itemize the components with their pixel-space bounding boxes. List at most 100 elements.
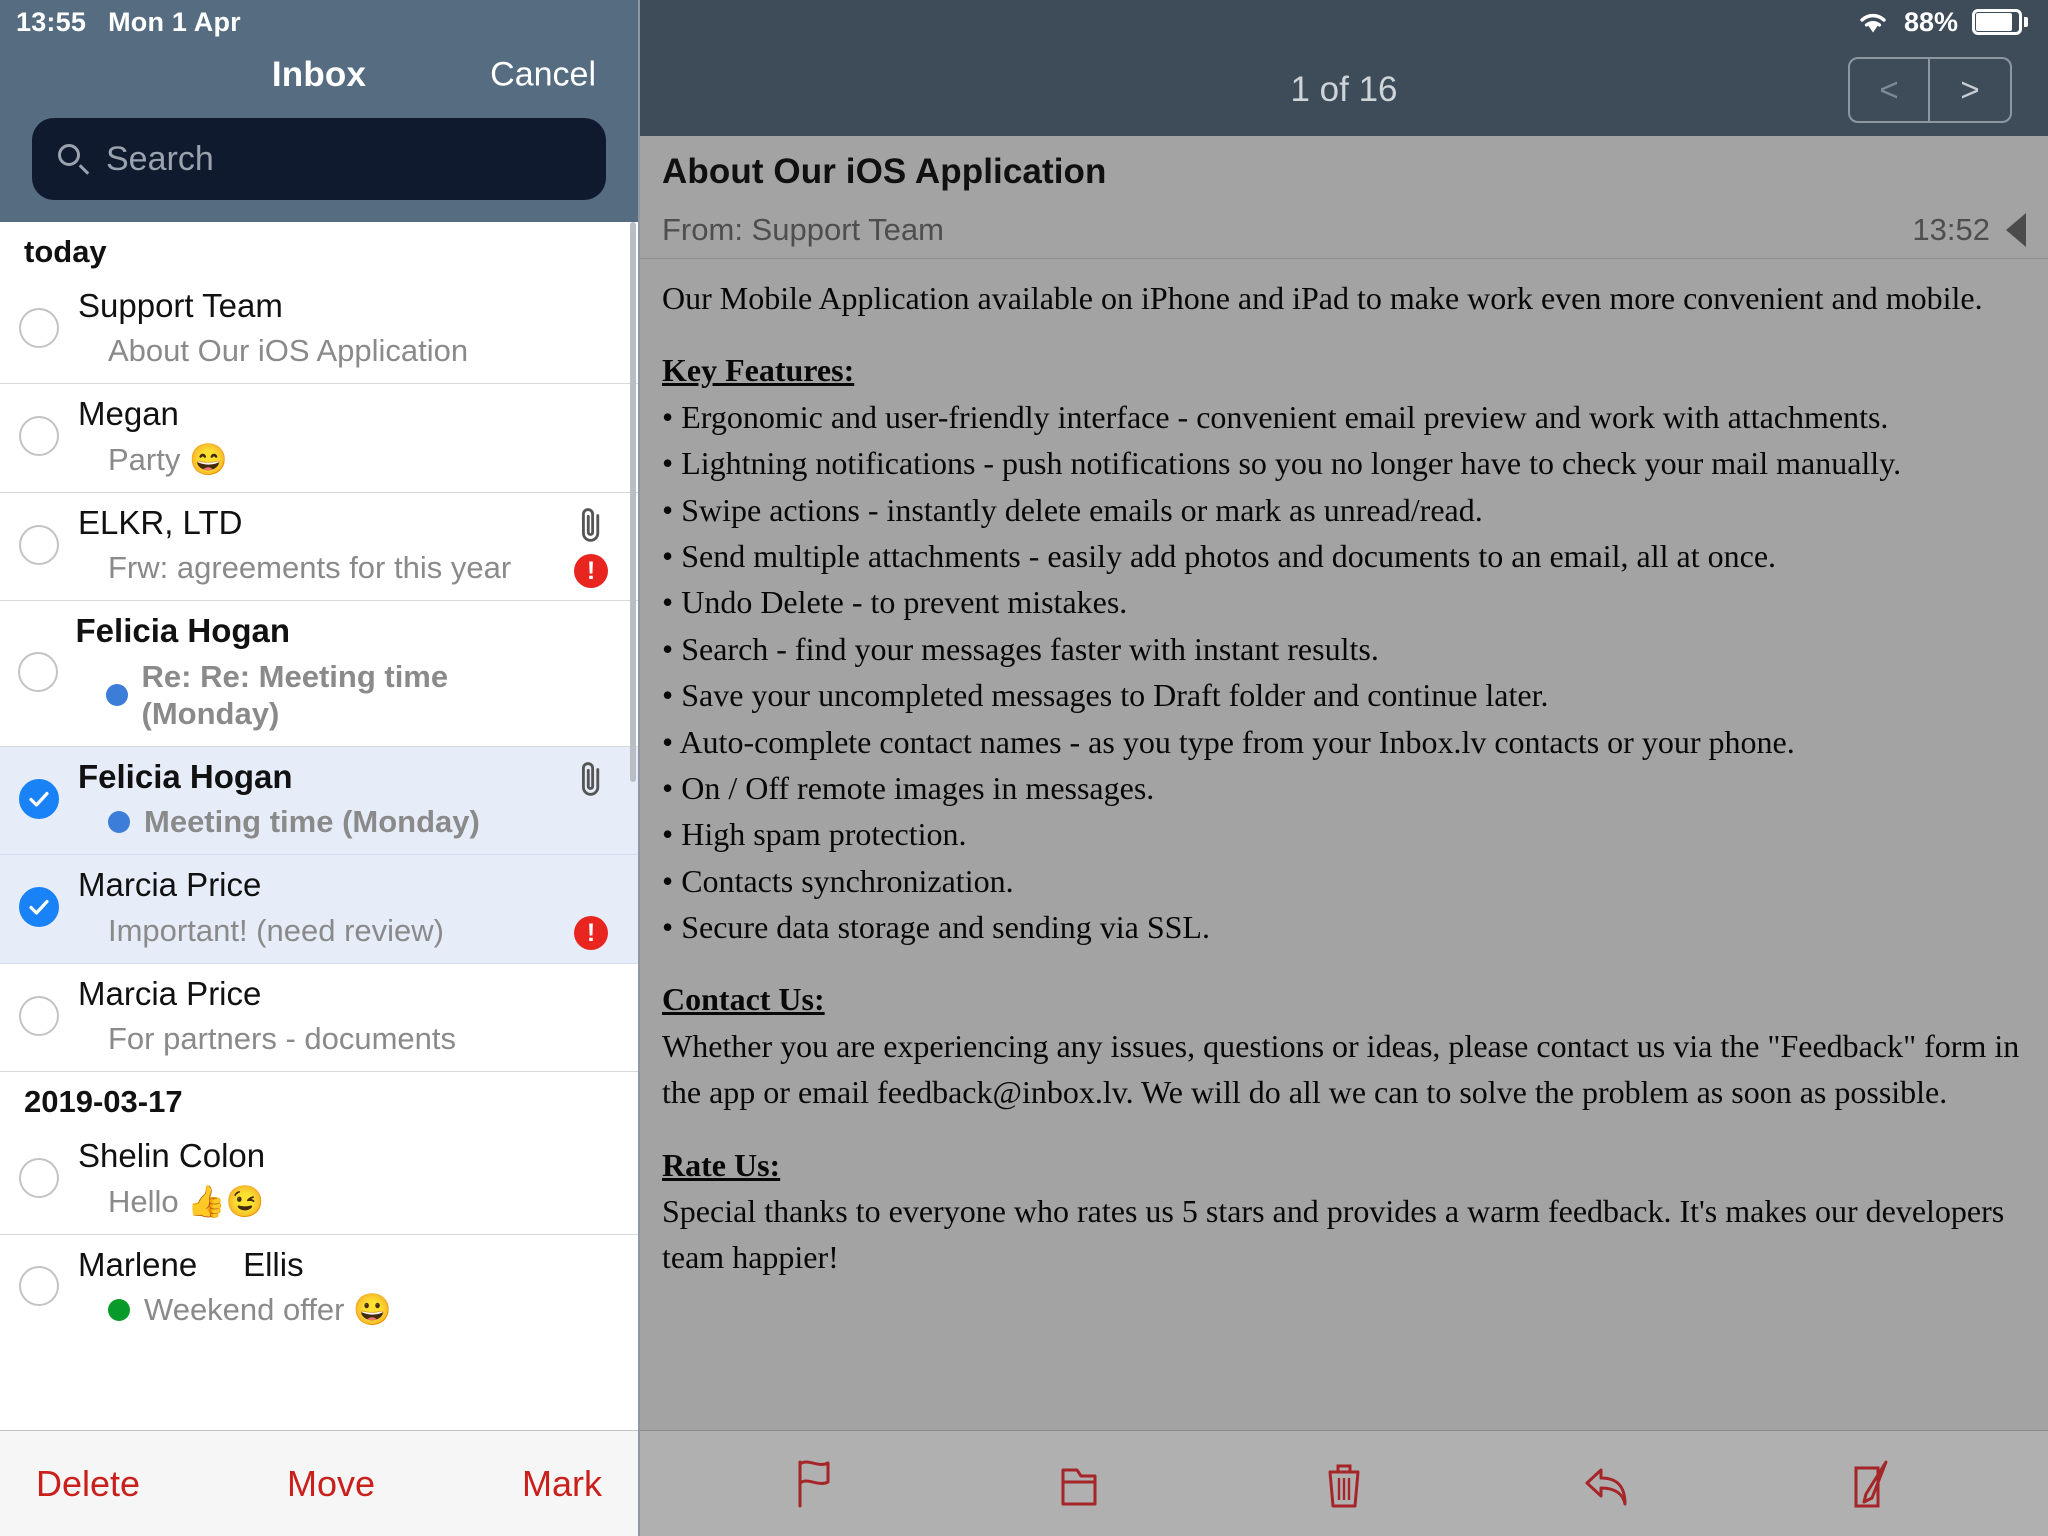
select-checkbox-cell[interactable] [0,1157,78,1198]
checkbox-empty-icon[interactable] [19,307,59,348]
next-message-button[interactable]: > [1930,59,2010,121]
select-checkbox-cell[interactable] [0,416,78,457]
contact-heading: Contact Us: [662,981,825,1018]
flag-icon[interactable] [790,1456,846,1512]
key-features-heading: Key Features: [662,352,855,389]
mail-item-subject: About Our iOS Application [108,333,469,369]
status-date: Mon 1 Apr [108,6,241,37]
mail-item-body: Support Team About Our iOS Application [78,286,638,369]
message-meta: From: Support Team 13:52 [662,212,2026,248]
search-icon [58,144,90,175]
mail-item-icons [568,747,614,854]
previous-message-button[interactable]: < [1850,59,1930,121]
mail-list-pane: 13:55 Mon 1 Apr Inbox Cancel Search toda… [0,0,640,1536]
mail-item-subject-line: Frw: agreements for this year [78,549,578,586]
feature-bullet: • Secure data storage and sending via SS… [662,909,1210,946]
mail-list-item[interactable]: Megan Party 😄 [0,384,638,493]
page-title: Inbox [271,55,367,94]
feature-bullet: • On / Off remote images in messages. [662,769,1155,806]
mail-item-subject: Weekend offer 😀 [144,1291,392,1327]
folder-icon[interactable] [1053,1456,1109,1512]
attachment-icon [581,507,600,542]
important-icon: ! [574,916,608,951]
mail-item-body: ELKR, LTD Frw: agreements for this year [78,503,638,586]
battery-percent: 88% [1903,6,1958,37]
sidebar-header: 13:55 Mon 1 Apr Inbox Cancel Search [0,0,638,222]
mail-item-subject: Important! (need review) [108,912,444,948]
important-icon: ! [574,553,608,588]
mail-item-subject-line: Important! (need review) [78,912,578,949]
mail-list-item[interactable]: Felicia Hogan Re: Re: Meeting time (Monda… [0,601,638,747]
select-checkbox-cell[interactable] [0,651,76,692]
mail-item-body: Marcia Price For partners - documents [78,974,638,1057]
feature-bullet: • Send multiple attachments - easily add… [662,537,1777,574]
compose-icon[interactable] [1842,1456,1898,1512]
mail-item-subject-line: About Our iOS Application [78,332,578,369]
checkbox-empty-icon[interactable] [17,651,58,692]
move-button[interactable]: Move [287,1463,375,1505]
status-bar-left: 13:55 Mon 1 Apr [0,0,638,44]
rate-text: Special thanks to everyone who rates us … [662,1193,2005,1276]
mail-list-item[interactable]: ELKR, LTD Frw: agreements for this year! [0,492,638,602]
unread-dot-icon [108,1298,130,1321]
mail-list[interactable]: today Support Team About Our iOS Applicati… [0,222,638,1430]
message-subject: About Our iOS Application [662,152,1107,191]
checkbox-empty-icon[interactable] [19,524,59,565]
cancel-button[interactable]: Cancel [490,56,596,95]
feature-bullet: • Lightning notifications - push notific… [662,445,1902,482]
mail-item-sender: Support Team [78,287,283,324]
message-action-toolbar [640,1430,2048,1536]
mail-list-item[interactable]: Felicia Hogan Meeting time (Monday) [0,746,638,856]
reply-icon[interactable] [1579,1456,1635,1512]
mail-item-body: Felicia Hogan Meeting time (Monday) [78,757,638,840]
list-scrollbar[interactable] [630,222,636,782]
mark-button[interactable]: Mark [522,1463,602,1505]
mail-list-item[interactable]: Shelin Colon Hello 👍😉 [0,1126,638,1235]
select-checkbox-cell[interactable] [0,1266,78,1307]
checkbox-empty-icon[interactable] [19,1157,59,1198]
trash-icon[interactable] [1316,1456,1372,1512]
list-action-toolbar: Delete Move Mark [0,1430,638,1536]
feature-bullet: • High spam protection. [662,816,967,853]
mail-item-subject-line: Hello 👍😉 [78,1183,578,1220]
mail-list-item[interactable]: Marlene Ellis Weekend offer 😀 [0,1234,638,1343]
mail-item-subject-line: For partners - documents [78,1020,578,1057]
select-checkbox-cell[interactable] [0,307,78,348]
select-checkbox-cell[interactable] [0,778,78,819]
message-body[interactable]: Our Mobile Application available on iPho… [640,259,2048,1430]
message-time: 13:52 [1912,212,1990,247]
rate-heading: Rate Us: [662,1146,781,1183]
search-input[interactable]: Search [32,118,606,200]
feature-bullet: • Swipe actions - instantly delete email… [662,491,1483,528]
checkbox-empty-icon[interactable] [19,1266,59,1307]
select-checkbox-cell[interactable] [0,995,78,1036]
feature-bullet: • Save your uncompleted messages to Draf… [662,677,1549,714]
mail-list-item[interactable]: Marcia Price For partners - documents [0,963,638,1073]
page-indicator: 1 of 16 [1290,70,1398,109]
checkbox-checked-icon[interactable] [19,778,59,819]
mail-item-sender: Marcia Price [78,866,262,904]
select-checkbox-cell[interactable] [0,524,78,565]
checkbox-empty-icon[interactable] [19,416,59,457]
checkbox-checked-icon[interactable] [19,887,59,928]
mail-item-body: Megan Party 😄 [78,394,638,477]
mail-item-subject-line: Meeting time (Monday) [78,803,578,840]
wifi-icon [1860,13,1886,33]
search-placeholder: Search [106,139,214,178]
mail-item-subject: Party 😄 [108,441,228,477]
feature-bullet: • Ergonomic and user-friendly interface … [662,398,1889,435]
status-bar-right: 88% [640,0,2048,44]
triangle-left-icon[interactable] [2006,213,2026,247]
delete-button[interactable]: Delete [36,1463,140,1505]
attachment-icon [581,761,600,796]
mail-reader-pane: 88% 1 of 16 < > About Our iOS Applicatio… [640,0,2048,1536]
select-checkbox-cell[interactable] [0,887,78,928]
mail-list-item[interactable]: Marcia Price Important! (need review)! [0,855,638,964]
mail-list-item[interactable]: Support Team About Our iOS Application [0,276,638,385]
message-header: About Our iOS Application From: Support … [640,136,2048,259]
checkbox-empty-icon[interactable] [19,995,59,1036]
mail-item-body: Marlene Ellis Weekend offer 😀 [78,1245,638,1328]
list-group-label: today [0,222,638,276]
reader-header: 88% 1 of 16 < > [640,0,2048,136]
reader-nav-row: 1 of 16 < > [640,44,2048,136]
